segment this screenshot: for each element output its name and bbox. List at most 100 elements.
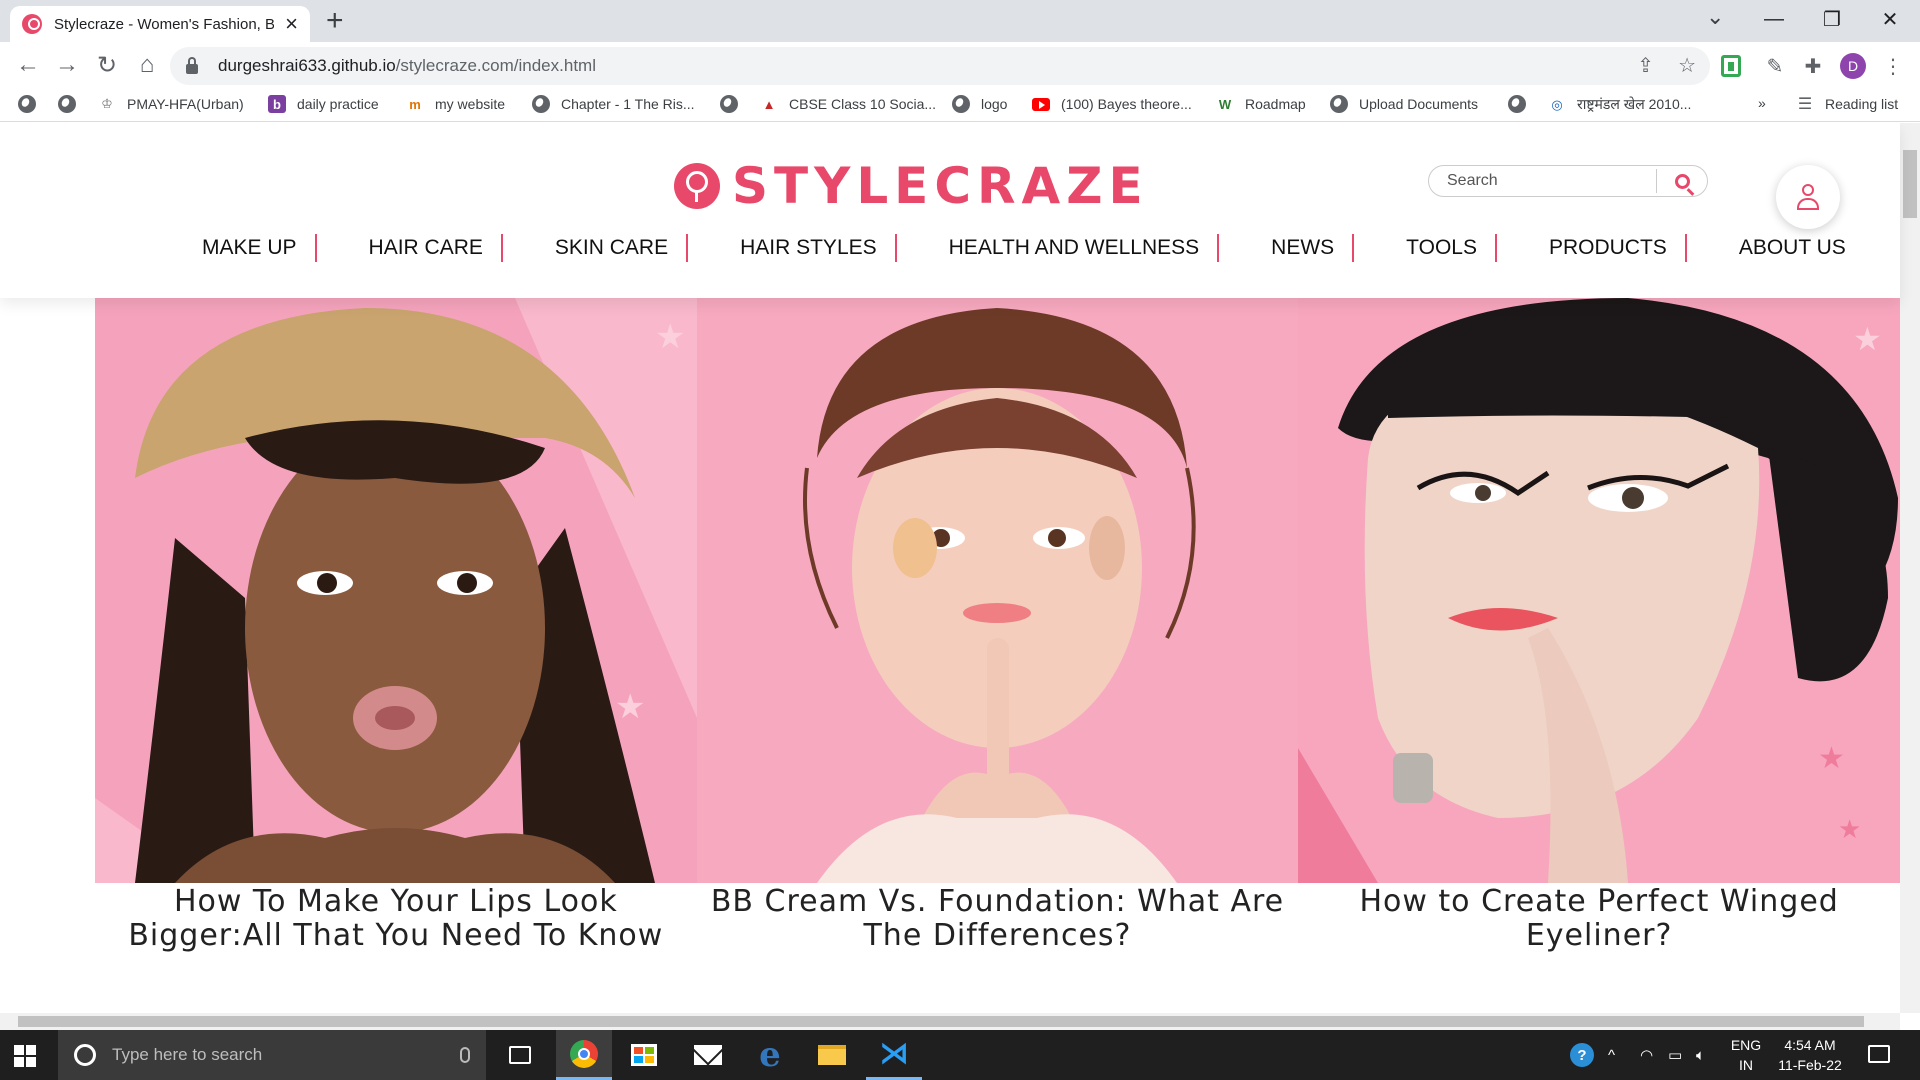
minimize-button[interactable]: — <box>1746 0 1802 38</box>
nav-news[interactable]: NEWS <box>1271 236 1352 260</box>
bookmark-label: daily practice <box>297 96 379 112</box>
windows-start-icon[interactable] <box>14 1045 36 1067</box>
help-icon[interactable]: ? <box>1570 1030 1594 1080</box>
article-title-bb-cream[interactable]: BB Cream Vs. Foundation: What Are The Di… <box>697 885 1299 953</box>
nav-hair-styles[interactable]: HAIR STYLES <box>740 236 895 260</box>
chrome-taskbar-icon[interactable] <box>556 1030 612 1080</box>
bookmark-chapter[interactable]: Chapter - 1 The Ris... <box>532 95 695 113</box>
new-tab-button[interactable]: + <box>326 6 344 36</box>
bookmark-upload[interactable]: Upload Documents <box>1330 95 1478 113</box>
bookmark-my-website[interactable]: m my website <box>406 95 505 113</box>
article-image-lips[interactable]: ★ ★ <box>95 298 697 883</box>
taskbar-clock[interactable]: 4:54 AM 11-Feb-22 <box>1762 1035 1858 1075</box>
share-icon[interactable]: ⇪ <box>1637 53 1654 78</box>
language-indicator[interactable]: ENG IN <box>1726 1035 1766 1075</box>
globe-icon <box>1508 95 1526 113</box>
green-extension-icon[interactable] <box>1718 53 1744 79</box>
address-bar[interactable]: durgeshrai633.github.io/stylecraze.com/i… <box>170 47 1710 85</box>
tab-stylecraze[interactable]: Stylecraze - Women's Fashion, Be × <box>10 6 310 42</box>
taskbar-search[interactable]: Type here to search <box>58 1030 486 1080</box>
nav-skin-care[interactable]: SKIN CARE <box>555 236 686 260</box>
bookmark-bayes[interactable]: (100) Bayes theore... <box>1032 95 1192 113</box>
user-icon-body <box>1797 198 1819 208</box>
bookmark-item[interactable] <box>18 95 47 113</box>
bookmarks-overflow-button[interactable]: » <box>1758 95 1766 111</box>
nav-about-us[interactable]: ABOUT US <box>1739 236 1864 260</box>
bookmark-label: logo <box>981 96 1008 112</box>
article-image-bb-cream[interactable] <box>696 298 1299 883</box>
nav-health-and-wellness[interactable]: HEALTH AND WELLNESS <box>949 236 1218 260</box>
file-explorer-icon[interactable] <box>804 1030 860 1080</box>
volume-icon[interactable]: 🔈︎ <box>1696 1030 1705 1080</box>
close-window-button[interactable]: ✕ <box>1862 0 1918 38</box>
user-account-button[interactable] <box>1776 165 1840 229</box>
bookmark-star-icon[interactable]: ☆ <box>1678 53 1696 78</box>
bookmark-label: Chapter - 1 The Ris... <box>561 96 695 112</box>
bookmark-logo[interactable]: logo <box>952 95 1007 113</box>
stylecraze-logo[interactable]: STYLECRAZE <box>674 157 1149 215</box>
bookmark-item[interactable] <box>720 95 749 113</box>
edge-icon[interactable]: e <box>742 1030 798 1080</box>
nav-divider <box>894 234 897 262</box>
vertical-scroll-thumb[interactable] <box>1903 150 1917 218</box>
battery-icon[interactable]: ▭ <box>1668 1030 1682 1080</box>
bookmark-roadmap[interactable]: W Roadmap <box>1216 95 1306 113</box>
article-title-lips[interactable]: How To Make Your Lips Look Bigger:All Th… <box>95 885 697 953</box>
notifications-icon[interactable] <box>1868 1045 1890 1063</box>
browser-toolbar: ← → ↻ ⌂ durgeshrai633.github.io/stylecra… <box>0 42 1920 88</box>
bookmark-item[interactable] <box>58 95 87 113</box>
nav-make-up[interactable]: MAKE UP <box>202 236 315 260</box>
tray-chevron-up-icon[interactable]: ^ <box>1608 1030 1615 1080</box>
svg-text:★: ★ <box>655 318 685 356</box>
reload-icon[interactable]: ↻ <box>91 49 123 81</box>
forward-arrow-icon[interactable]: → <box>51 49 83 81</box>
nav-divider <box>314 234 317 262</box>
kebab-menu-icon[interactable]: ⋮ <box>1880 53 1906 79</box>
nav-divider <box>1217 234 1220 262</box>
site-header: STYLECRAZE MAKE UP HAIR CARE SKIN CARE H… <box>0 123 1900 298</box>
nav-products[interactable]: PRODUCTS <box>1549 236 1685 260</box>
bookmark-label: (100) Bayes theore... <box>1061 96 1192 112</box>
woman-blowing-kiss-image: ★ ★ <box>95 298 697 883</box>
windows-taskbar: Type here to search e ⋊ ? ^ ◠ ▭ 🔈︎ ENG IN… <box>0 1030 1920 1080</box>
task-view-icon[interactable] <box>492 1030 548 1080</box>
w-logo-icon: W <box>1218 96 1232 112</box>
bookmark-pmay[interactable]: ♔ PMAY-HFA(Urban) <box>98 95 244 113</box>
globe-icon <box>720 95 738 113</box>
reading-list-button[interactable]: ☰ Reading list <box>1796 95 1898 113</box>
pen-extension-icon[interactable]: ✎ <box>1762 53 1788 79</box>
nav-hair-care[interactable]: HAIR CARE <box>369 236 501 260</box>
puzzle-extensions-icon[interactable]: ✚ <box>1800 53 1826 79</box>
bookmark-cbse[interactable]: ▲ CBSE Class 10 Socia... <box>760 95 937 113</box>
bookmark-item[interactable] <box>1508 95 1537 113</box>
nav-divider <box>686 234 689 262</box>
article-image-eyeliner[interactable]: ★ ★ ★ <box>1298 298 1900 883</box>
svg-text:★: ★ <box>1818 742 1845 775</box>
nav-tools[interactable]: TOOLS <box>1406 236 1495 260</box>
bookmarks-bar: ♔ PMAY-HFA(Urban) b daily practice m my web… <box>0 88 1920 122</box>
user-icon-base <box>1797 208 1819 210</box>
profile-avatar[interactable]: D <box>1840 53 1866 79</box>
site-search <box>1428 165 1708 197</box>
svg-text:★: ★ <box>1838 814 1861 844</box>
restore-button[interactable]: ❐ <box>1804 0 1860 38</box>
home-icon[interactable]: ⌂ <box>131 49 163 81</box>
mail-icon[interactable] <box>680 1030 736 1080</box>
tab-search-chevron-icon[interactable]: ⌄ <box>1706 4 1724 30</box>
vertical-scrollbar[interactable] <box>1900 123 1920 1013</box>
lock-icon[interactable] <box>186 56 198 74</box>
search-input[interactable] <box>1429 172 1657 190</box>
horizontal-scroll-thumb[interactable] <box>18 1016 1864 1027</box>
search-button[interactable] <box>1657 166 1707 196</box>
bookmark-cwg[interactable]: ◎ राष्ट्रमंडल खेल 2010... <box>1548 95 1691 114</box>
microphone-icon[interactable] <box>460 1047 470 1063</box>
bookmark-label: CBSE Class 10 Socia... <box>789 96 937 112</box>
vscode-icon[interactable]: ⋊ <box>866 1030 922 1080</box>
back-arrow-icon[interactable]: ← <box>12 49 44 81</box>
wifi-icon[interactable]: ◠ <box>1640 1030 1653 1080</box>
close-tab-icon[interactable]: × <box>285 13 298 35</box>
bookmark-daily-practice[interactable]: b daily practice <box>268 95 379 113</box>
microsoft-store-icon[interactable] <box>616 1030 672 1080</box>
main-nav: MAKE UP HAIR CARE SKIN CARE HAIR STYLES … <box>202 233 1864 263</box>
article-title-eyeliner[interactable]: How to Create Perfect Winged Eyeliner? <box>1298 885 1900 953</box>
